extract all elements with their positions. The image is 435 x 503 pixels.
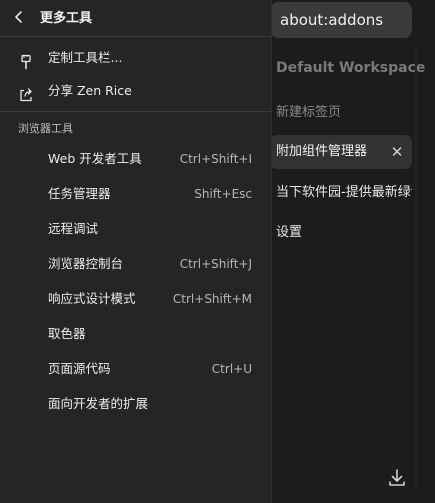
divider (0, 36, 271, 37)
section-title: 浏览器工具 (18, 122, 73, 135)
shortcut-label: Shift+Esc (194, 187, 252, 201)
shortcut-label: Ctrl+U (211, 362, 252, 376)
task-manager-item[interactable]: 任务管理器 Shift+Esc (0, 178, 271, 210)
menu-item-label: 任务管理器 (48, 186, 111, 201)
tab-label: 设置 (276, 225, 303, 240)
customize-toolbar-item[interactable]: 定制工具栏... (0, 42, 271, 74)
menu-item-label: 分享 Zen Rice (48, 83, 132, 98)
menu-item-label: 远程调试 (48, 221, 99, 236)
menu-item-label: 页面源代码 (48, 361, 111, 376)
remote-debugging-item[interactable]: 远程调试 (0, 213, 271, 245)
menu-item-label: 响应式设计模式 (48, 291, 136, 306)
developer-extensions-item[interactable]: 面向开发者的扩展 (0, 388, 271, 420)
tab-downcc[interactable]: 当下软件园-提供最新绿色 (270, 176, 412, 210)
menu-title: 更多工具 (40, 11, 93, 26)
workspace-title[interactable]: Default Workspace (276, 60, 425, 76)
eyedropper-item[interactable]: 取色器 (0, 318, 271, 350)
menu-item-label: Web 开发者工具 (48, 151, 142, 166)
shortcut-label: Ctrl+Shift+I (179, 152, 252, 166)
responsive-design-mode-item[interactable]: 响应式设计模式 Ctrl+Shift+M (0, 283, 271, 315)
menu-item-label: 定制工具栏... (48, 50, 123, 65)
share-icon (18, 83, 34, 102)
scrollbar[interactable] (415, 48, 417, 488)
divider (0, 111, 271, 112)
close-icon[interactable]: ✕ (390, 135, 404, 169)
shortcut-label: Ctrl+Shift+J (179, 257, 252, 271)
web-developer-tools-item[interactable]: Web 开发者工具 Ctrl+Shift+I (0, 143, 271, 175)
tab-label: 附加组件管理器 (276, 144, 368, 159)
share-item[interactable]: 分享 Zen Rice (0, 75, 271, 107)
tab-label: 当下软件园-提供最新绿色 (276, 185, 412, 200)
new-tab-button[interactable]: 新建标签页 (270, 96, 412, 130)
sidebar: about:addons Default Workspace 新建标签页 附加组… (262, 0, 435, 503)
download-icon[interactable] (386, 467, 408, 489)
chevron-left-icon[interactable] (12, 9, 26, 23)
browser-console-item[interactable]: 浏览器控制台 Ctrl+Shift+J (0, 248, 271, 280)
url-bar[interactable]: about:addons (270, 2, 412, 38)
more-tools-menu: 更多工具 定制工具栏... 分享 Zen Rice 浏览器工具 Web 开发者工… (0, 0, 272, 503)
tab-addons-manager[interactable]: 附加组件管理器 ✕ (270, 135, 412, 169)
page-source-item[interactable]: 页面源代码 Ctrl+U (0, 353, 271, 385)
shortcut-label: Ctrl+Shift+M (172, 292, 252, 306)
menu-item-label: 浏览器控制台 (48, 256, 124, 271)
menu-header: 更多工具 (0, 0, 271, 34)
tab-settings[interactable]: 设置 (270, 216, 412, 250)
menu-item-label: 取色器 (48, 326, 86, 341)
brush-icon (18, 50, 34, 70)
menu-item-label: 面向开发者的扩展 (48, 396, 149, 411)
new-tab-label: 新建标签页 (276, 105, 342, 120)
